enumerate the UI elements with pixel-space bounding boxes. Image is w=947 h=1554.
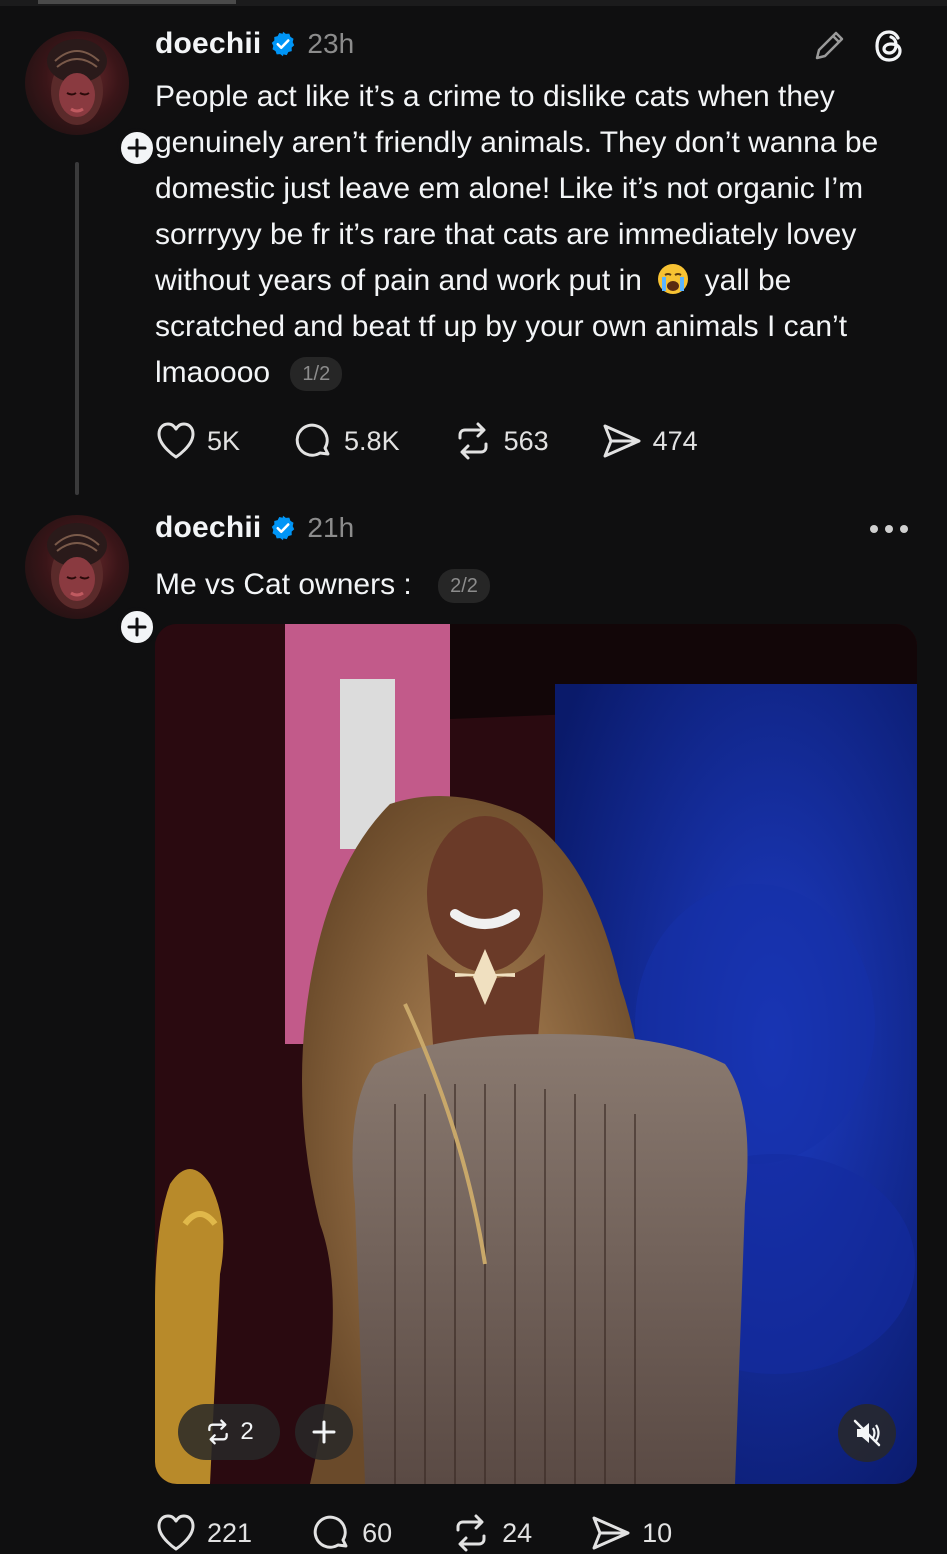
avatar-image [25, 31, 129, 135]
active-tab-indicator [38, 0, 236, 4]
heart-icon [157, 1514, 195, 1551]
follow-button[interactable] [117, 128, 157, 168]
post1-header: doechii 23h [155, 24, 354, 64]
like-count: 5K [207, 425, 241, 456]
reply-count: 5.8K [344, 425, 400, 456]
post2-timestamp: 21h [307, 512, 355, 543]
post1-actions: 5K 5.8K 563 474 [155, 420, 750, 462]
post1-timestamp: 23h [307, 28, 355, 59]
post2-header: doechii 21h [155, 508, 354, 548]
plus-icon [127, 138, 147, 158]
media-add-button[interactable] [295, 1404, 353, 1460]
repost-count: 24 [502, 1517, 533, 1548]
share-button[interactable]: 474 [601, 420, 698, 462]
repost-icon [208, 1419, 229, 1445]
repost-button[interactable]: 563 [452, 420, 549, 462]
media-repost-count: 2 [240, 1418, 254, 1445]
pencil-icon [815, 31, 844, 60]
repost-count: 563 [503, 425, 549, 456]
post2-body: Me vs Cat owners : 2/2 [155, 562, 915, 608]
share-button[interactable]: 10 [590, 1512, 672, 1554]
edit-button[interactable] [809, 26, 849, 66]
repost-icon [458, 422, 488, 460]
more-options-button[interactable] [866, 516, 912, 542]
threads-app-button[interactable] [868, 24, 912, 68]
reply-button[interactable]: 5.8K [292, 420, 400, 462]
post2-username[interactable]: doechii [155, 511, 261, 545]
repost-icon [456, 1514, 486, 1552]
media-repost-button[interactable]: 2 [178, 1404, 280, 1460]
reply-button[interactable]: 60 [310, 1512, 392, 1554]
loudly-crying-face-icon [656, 262, 690, 296]
like-count: 221 [207, 1517, 253, 1548]
avatar-image [25, 515, 129, 619]
video-frame [155, 624, 917, 1484]
post2-text: Me vs Cat owners : [155, 568, 412, 601]
follow-button[interactable] [117, 607, 157, 647]
share-count: 474 [652, 425, 698, 456]
comment-icon [313, 1515, 348, 1549]
like-button[interactable]: 5K [155, 421, 240, 461]
thread-connector-line [75, 162, 79, 495]
plus-icon [312, 1420, 336, 1444]
verified-badge-icon [269, 30, 297, 58]
threads-logo-icon [875, 30, 902, 62]
plus-icon [127, 617, 147, 637]
video-media[interactable] [155, 624, 917, 1484]
post2-avatar[interactable] [25, 515, 157, 647]
post1-avatar[interactable] [25, 31, 157, 168]
page-indicator: 2/2 [438, 569, 490, 604]
page-indicator: 1/2 [290, 357, 343, 392]
top-tab-indicator [0, 0, 947, 6]
share-count: 10 [642, 1517, 673, 1548]
post1-body: People act like it’s a crime to dislike … [155, 74, 915, 396]
reply-count: 60 [362, 1517, 393, 1548]
like-button[interactable]: 221 [155, 1513, 252, 1553]
send-icon [592, 1516, 630, 1550]
post2-actions: 221 60 24 10 [155, 1512, 730, 1554]
more-horizontal-icon [870, 525, 908, 533]
verified-badge-icon [269, 514, 297, 542]
send-icon [603, 424, 641, 458]
heart-icon [157, 422, 195, 459]
mute-button[interactable] [838, 1404, 896, 1462]
post1-username[interactable]: doechii [155, 27, 261, 61]
repost-button[interactable]: 24 [450, 1512, 532, 1554]
comment-icon [295, 423, 330, 457]
muted-speaker-icon [853, 1419, 881, 1447]
